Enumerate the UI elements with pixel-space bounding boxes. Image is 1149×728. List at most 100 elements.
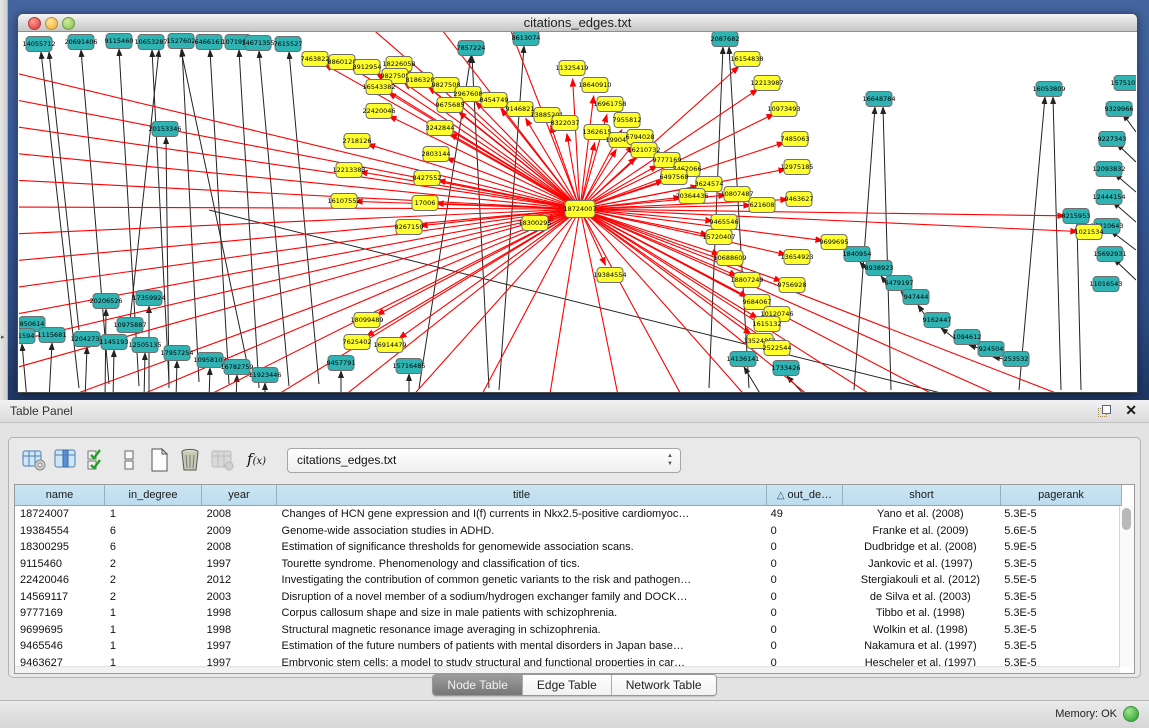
graph-node[interactable]: 19384554 bbox=[593, 268, 626, 283]
graph-node[interactable]: 10688609 bbox=[713, 251, 746, 266]
graph-node[interactable]: 9463627 bbox=[785, 192, 814, 207]
column-header-title[interactable]: title bbox=[277, 485, 767, 506]
graph-node[interactable]: 9329966 bbox=[1105, 102, 1134, 117]
graph-node[interactable]: 1733426 bbox=[772, 361, 801, 376]
column-header-out_de[interactable]: △out_de… bbox=[767, 485, 843, 506]
graph-node[interactable]: 9675685 bbox=[436, 98, 465, 113]
table-row[interactable]: 969969511998Structural magnetic resonanc… bbox=[15, 622, 1120, 639]
graph-node[interactable]: 9457791 bbox=[327, 356, 356, 371]
graph-node[interactable]: 11923446 bbox=[248, 368, 281, 383]
graph-node[interactable]: 6497568 bbox=[660, 170, 689, 185]
close-panel-icon[interactable]: ✕ bbox=[1125, 402, 1137, 419]
graph-node[interactable]: 14136141 bbox=[726, 352, 759, 367]
delete-table-icon[interactable] bbox=[178, 447, 204, 473]
graph-node[interactable]: 20691406 bbox=[64, 35, 97, 50]
table-row[interactable]: 946554611997Estimation of the future num… bbox=[15, 638, 1120, 655]
column-header-name[interactable]: name bbox=[15, 485, 105, 506]
graph-node[interactable]: 1115681 bbox=[38, 328, 67, 343]
graph-node[interactable]: 16053809 bbox=[1032, 82, 1065, 97]
graph-node[interactable]: 10973493 bbox=[767, 102, 800, 117]
graph-node[interactable]: 7857224 bbox=[457, 41, 486, 56]
graph-node[interactable]: 1094612 bbox=[953, 330, 982, 345]
graph-node[interactable]: 16648784 bbox=[862, 92, 895, 107]
graph-node[interactable]: 8427552 bbox=[413, 171, 442, 186]
memory-status-icon[interactable] bbox=[1123, 706, 1139, 722]
select-rows-icon[interactable] bbox=[85, 447, 111, 473]
column-header-year[interactable]: year bbox=[202, 485, 277, 506]
graph-node[interactable]: 8186328 bbox=[406, 73, 435, 88]
graph-node[interactable]: 12505135 bbox=[128, 338, 161, 353]
graph-node[interactable]: 10807487 bbox=[720, 187, 753, 202]
graph-node[interactable]: 1615132 bbox=[753, 317, 782, 332]
tab-node-table[interactable]: Node Table bbox=[433, 675, 523, 695]
graph-node[interactable]: 1145193 bbox=[100, 335, 129, 350]
graph-node[interactable]: 2522544 bbox=[763, 341, 792, 356]
graph-node[interactable]: 9115460 bbox=[105, 34, 134, 49]
graph-node[interactable]: 16961758 bbox=[593, 97, 626, 112]
column-header-in_degree[interactable]: in_degree bbox=[105, 485, 202, 506]
graph-node[interactable]: 9699695 bbox=[820, 235, 849, 250]
graph-node[interactable]: 253532 bbox=[1003, 352, 1029, 367]
graph-node[interactable]: 12444154 bbox=[1092, 190, 1125, 205]
graph-node[interactable]: 16914479 bbox=[373, 338, 406, 353]
graph-node[interactable]: 17359924 bbox=[132, 291, 165, 306]
graph-node[interactable]: 6479197 bbox=[885, 276, 914, 291]
graph-node[interactable]: 16543382 bbox=[362, 80, 395, 95]
float-panel-icon[interactable] bbox=[1098, 405, 1111, 417]
graph-node[interactable]: 18807249 bbox=[730, 273, 763, 288]
graph-node[interactable]: 14671355 bbox=[241, 36, 274, 51]
row-height-icon[interactable] bbox=[117, 447, 143, 473]
graph-node[interactable]: 12213987 bbox=[750, 76, 783, 91]
graph-node[interactable]: 7955812 bbox=[613, 113, 642, 128]
graph-node[interactable]: 7615527 bbox=[274, 37, 303, 52]
tab-edge-table[interactable]: Edge Table bbox=[523, 675, 612, 695]
network-table-select[interactable]: citations_edges.txt ▲▼ bbox=[287, 448, 681, 473]
network-window-titlebar[interactable]: citations_edges.txt bbox=[18, 14, 1137, 32]
graph-node[interactable]: 2803144 bbox=[422, 147, 451, 162]
table-settings-icon[interactable] bbox=[21, 447, 47, 473]
graph-node[interactable]: 7463822 bbox=[301, 52, 330, 67]
graph-node[interactable]: 12093832 bbox=[1092, 162, 1125, 177]
graph-node[interactable]: 15716485 bbox=[392, 359, 425, 374]
graph-node[interactable]: 15720407 bbox=[702, 230, 735, 245]
network-graph[interactable]: 1872400714055712206914069115460106532871… bbox=[19, 32, 1136, 392]
tab-network-table[interactable]: Network Table bbox=[612, 675, 716, 695]
west-panel-collapsed-strip[interactable]: ▸ bbox=[0, 0, 8, 400]
graph-node[interactable]: 15751074 bbox=[1110, 76, 1136, 91]
table-row[interactable]: 2242004622012Investigating the contribut… bbox=[15, 572, 1120, 589]
graph-node[interactable]: 8912954 bbox=[353, 60, 382, 75]
graph-node[interactable]: 17006 bbox=[412, 196, 438, 211]
graph-node[interactable]: 18300295 bbox=[518, 216, 551, 231]
graph-node[interactable]: 22420046 bbox=[362, 104, 395, 119]
scrollbar-thumb[interactable] bbox=[1122, 508, 1131, 530]
vertical-scrollbar[interactable] bbox=[1119, 506, 1134, 667]
column-select-icon[interactable] bbox=[53, 447, 79, 473]
graph-node[interactable]: 9465546 bbox=[710, 215, 739, 230]
graph-node[interactable]: 8613074 bbox=[512, 32, 541, 46]
graph-node[interactable]: 16107552 bbox=[327, 194, 360, 209]
west-panel-expand-icon[interactable]: ▸ bbox=[1, 333, 5, 341]
network-canvas[interactable]: 1872400714055712206914069115460106532871… bbox=[19, 32, 1136, 392]
graph-node[interactable]: 8322037 bbox=[551, 116, 580, 131]
graph-node[interactable]: 20153346 bbox=[148, 122, 181, 137]
graph-node[interactable]: 9162447 bbox=[923, 313, 952, 328]
graph-node[interactable]: 2718126 bbox=[343, 134, 372, 149]
column-header-short[interactable]: short bbox=[843, 485, 1001, 506]
table-row[interactable]: 1872400712008Changes of HCN gene express… bbox=[15, 506, 1120, 523]
graph-node[interactable]: 947444 bbox=[903, 290, 929, 305]
graph-node[interactable]: 8215953 bbox=[1062, 209, 1091, 224]
graph-node[interactable]: 7485063 bbox=[781, 132, 810, 147]
graph-node[interactable]: 17957254 bbox=[160, 346, 193, 361]
graph-node[interactable]: 2087682 bbox=[711, 32, 740, 47]
horizontal-scrollbar[interactable] bbox=[15, 666, 1120, 673]
graph-node[interactable]: 20364436 bbox=[675, 189, 708, 204]
graph-node[interactable]: 11325419 bbox=[555, 61, 588, 76]
graph-node[interactable]: 20206526 bbox=[89, 294, 122, 309]
graph-node[interactable]: 13654923 bbox=[780, 250, 813, 265]
table-row[interactable]: 1830029562008Estimation of significance … bbox=[15, 539, 1120, 556]
graph-node[interactable]: 18640910 bbox=[578, 78, 611, 93]
graph-node[interactable]: 15692931 bbox=[1093, 247, 1126, 262]
graph-node[interactable]: 9227343 bbox=[1098, 132, 1127, 147]
graph-node[interactable]: 18724007 bbox=[563, 201, 596, 218]
table-row[interactable]: 977716911998Corpus callosum shape and si… bbox=[15, 605, 1120, 622]
